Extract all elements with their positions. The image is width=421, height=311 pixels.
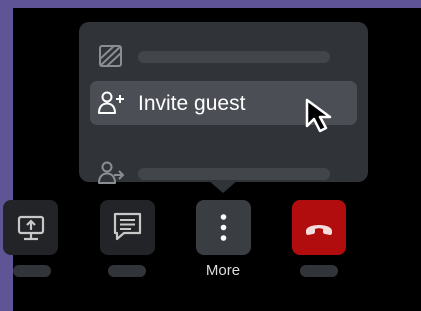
menu-caret [208, 180, 238, 193]
chat-icon [113, 212, 142, 241]
add-user-icon [98, 91, 124, 114]
mouse-cursor-icon [305, 98, 332, 133]
chat-button[interactable] [100, 200, 155, 255]
menu-item-1[interactable] [79, 34, 368, 78]
share-screen-label-placeholder [13, 265, 51, 277]
menu-item-placeholder [138, 168, 330, 180]
more-label: More [205, 262, 241, 279]
more-button[interactable] [196, 200, 251, 255]
invite-guest-label: Invite guest [138, 92, 246, 115]
chat-label-placeholder [108, 265, 146, 277]
hang-up-label-placeholder [300, 265, 338, 277]
share-screen-button[interactable] [3, 200, 58, 255]
user-forward-icon [98, 161, 125, 184]
hang-up-button[interactable] [292, 200, 346, 255]
menu-item-placeholder [138, 51, 330, 63]
slash-square-icon [99, 45, 122, 67]
hang-up-icon [306, 225, 332, 235]
more-vertical-icon [220, 214, 227, 241]
share-screen-icon [17, 215, 45, 241]
